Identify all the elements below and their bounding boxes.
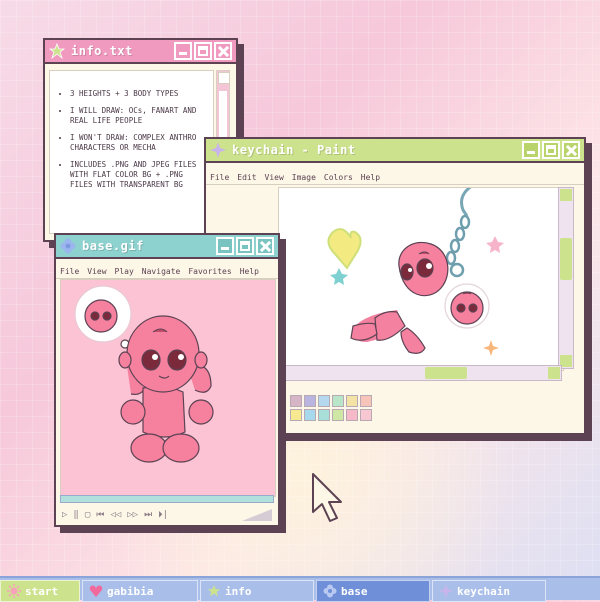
- color-swatch[interactable]: [290, 409, 302, 421]
- keychain-chain: [445, 214, 471, 278]
- sun-icon: [7, 584, 21, 598]
- color-swatch[interactable]: [332, 409, 344, 421]
- menu-edit[interactable]: Edit: [237, 173, 256, 182]
- star-doodle: [486, 236, 504, 253]
- sparkle-icon: [210, 142, 226, 158]
- taskbar-label: start: [25, 584, 59, 598]
- maximize-button[interactable]: [194, 42, 212, 60]
- small-character: [444, 283, 490, 329]
- paint-menubar: File Edit View Image Colors Help: [206, 171, 584, 185]
- first-frame-button[interactable]: ⏮: [96, 510, 104, 520]
- color-swatch[interactable]: [304, 395, 316, 407]
- color-palette[interactable]: [290, 395, 372, 421]
- color-swatch[interactable]: [346, 409, 358, 421]
- stop-button[interactable]: ▢: [85, 510, 90, 520]
- menu-file[interactable]: File: [60, 267, 79, 276]
- color-swatch[interactable]: [346, 395, 358, 407]
- paint-vertical-scrollbar[interactable]: [558, 187, 574, 369]
- star-icon: [207, 585, 221, 597]
- menu-colors[interactable]: Colors: [324, 173, 353, 182]
- paint-canvas[interactable]: [278, 187, 564, 371]
- paint-titlebar[interactable]: keychain - Paint: [206, 139, 584, 163]
- minimize-button[interactable]: [216, 237, 234, 255]
- step-button[interactable]: ⏵|: [158, 510, 168, 520]
- color-swatch[interactable]: [332, 395, 344, 407]
- paint-title: keychain - Paint: [232, 143, 356, 157]
- heart-icon: [89, 585, 103, 597]
- last-frame-button[interactable]: ⏭: [144, 510, 152, 520]
- scroll-up-arrow-icon[interactable]: [218, 72, 230, 84]
- menu-view[interactable]: View: [87, 267, 106, 276]
- menu-file[interactable]: File: [210, 173, 229, 182]
- close-button[interactable]: [562, 141, 580, 159]
- menu-navigate[interactable]: Navigate: [142, 267, 181, 276]
- fast-forward-button[interactable]: ▷▷: [127, 510, 138, 520]
- color-swatch[interactable]: [304, 409, 316, 421]
- info-title: info.txt: [71, 44, 133, 58]
- close-button[interactable]: [256, 237, 274, 255]
- scroll-right-arrow-icon[interactable]: [548, 367, 560, 379]
- info-bullet: INCLUDES .PNG AND JPEG FILES WITH FLAT C…: [70, 160, 207, 190]
- taskbar-item-info[interactable]: info: [200, 580, 314, 602]
- taskbar-label: base: [341, 584, 368, 598]
- keychain-artwork: [327, 188, 504, 356]
- color-swatch[interactable]: [360, 395, 372, 407]
- menu-help[interactable]: Help: [240, 267, 259, 276]
- star-doodle: [330, 268, 348, 285]
- taskbar: start gabibia info base keychain: [0, 576, 600, 602]
- info-text-area: 3 HEIGHTS + 3 BODY TYPES I WILL DRAW: OC…: [49, 70, 214, 234]
- volume-icon[interactable]: [242, 509, 272, 521]
- mouse-cursor-icon: [312, 473, 342, 522]
- taskbar-label: info: [225, 584, 252, 598]
- base-window[interactable]: base.gif File View Play Navigate Favorit…: [54, 233, 280, 527]
- sparkle-doodle: [483, 340, 499, 356]
- scroll-thumb[interactable]: [560, 238, 572, 280]
- menu-favorites[interactable]: Favorites: [188, 267, 231, 276]
- flower-icon: [60, 238, 76, 254]
- menu-play[interactable]: Play: [115, 267, 134, 276]
- taskbar-item-keychain[interactable]: keychain: [432, 580, 546, 602]
- info-bullet: I WON'T DRAW: COMPLEX ANTHRO CHARACTERS …: [70, 133, 207, 153]
- maximize-button[interactable]: [236, 237, 254, 255]
- progress-bar[interactable]: [60, 495, 274, 503]
- close-button[interactable]: [214, 42, 232, 60]
- minimize-button[interactable]: [522, 141, 540, 159]
- taskbar-item-gabibia[interactable]: gabibia: [82, 580, 198, 602]
- start-button[interactable]: start: [0, 580, 80, 602]
- taskbar-label: keychain: [457, 584, 510, 598]
- keychain-character: [350, 241, 449, 354]
- color-swatch[interactable]: [290, 395, 302, 407]
- playback-controls: ▷ ‖ ▢ ⏮ ◁◁ ▷▷ ⏭ ⏵|: [62, 507, 272, 523]
- info-titlebar[interactable]: info.txt: [45, 40, 236, 64]
- menu-help[interactable]: Help: [361, 173, 380, 182]
- gif-viewer: [60, 279, 276, 497]
- paint-horizontal-scrollbar[interactable]: [278, 365, 562, 381]
- taskbar-item-base[interactable]: base: [316, 580, 430, 602]
- base-titlebar[interactable]: base.gif: [56, 235, 278, 259]
- menu-view[interactable]: View: [265, 173, 284, 182]
- minimize-button[interactable]: [174, 42, 192, 60]
- flower-icon: [323, 584, 337, 598]
- heart-doodle: [327, 228, 362, 270]
- taskbar-label: gabibia: [107, 584, 154, 598]
- menu-image[interactable]: Image: [292, 173, 316, 182]
- star-icon: [49, 43, 65, 59]
- rewind-button[interactable]: ◁◁: [110, 510, 121, 520]
- color-swatch[interactable]: [318, 395, 330, 407]
- color-swatch[interactable]: [318, 409, 330, 421]
- sparkle-icon: [439, 584, 453, 598]
- base-menubar: File View Play Navigate Favorites Help: [56, 265, 278, 279]
- base-character-artwork: [74, 285, 214, 463]
- pause-button[interactable]: ‖: [73, 510, 78, 520]
- base-title: base.gif: [82, 239, 144, 253]
- color-swatch[interactable]: [360, 409, 372, 421]
- scroll-thumb[interactable]: [425, 367, 467, 379]
- maximize-button[interactable]: [542, 141, 560, 159]
- keyring-hook: [460, 188, 472, 217]
- character-head: [126, 315, 200, 393]
- play-button[interactable]: ▷: [62, 510, 67, 520]
- scroll-up-arrow-icon[interactable]: [560, 189, 572, 201]
- info-bullet: I WILL DRAW: OCs, FANART AND REAL LIFE P…: [70, 106, 207, 126]
- info-bullet: 3 HEIGHTS + 3 BODY TYPES: [70, 89, 207, 99]
